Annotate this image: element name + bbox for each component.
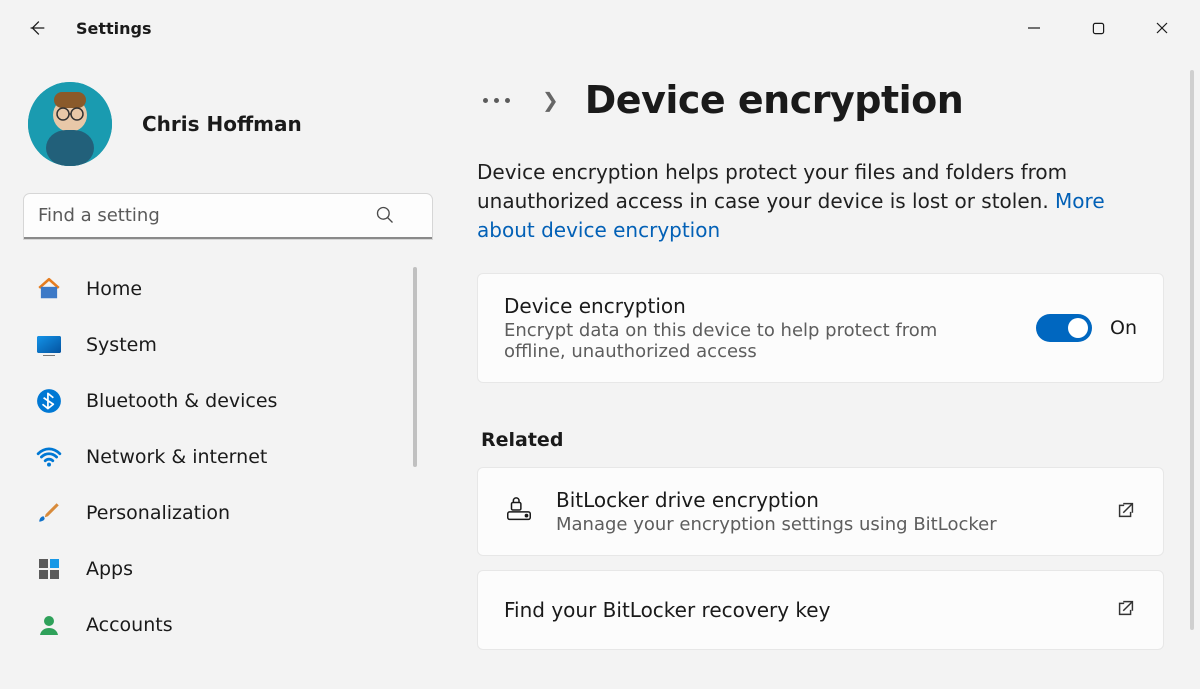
sidebar-item-system[interactable]: System bbox=[24, 319, 411, 371]
main-content: ❯ Device encryption Device encryption he… bbox=[435, 56, 1200, 689]
card-texts: Device encryption Encrypt data on this d… bbox=[504, 294, 964, 362]
sidebar-scrollbar[interactable] bbox=[413, 267, 417, 467]
toggle-wrap: On bbox=[1036, 314, 1137, 342]
sidebar-item-label: Network & internet bbox=[86, 446, 267, 468]
intro-body: Device encryption helps protect your fil… bbox=[477, 160, 1067, 213]
sidebar-item-home[interactable]: Home bbox=[24, 263, 411, 315]
maximize-button[interactable] bbox=[1066, 5, 1130, 51]
search-icon bbox=[375, 205, 395, 229]
window: Settings bbox=[0, 0, 1200, 689]
profile[interactable]: Chris Hoffman bbox=[28, 82, 411, 166]
apps-icon bbox=[36, 556, 62, 582]
wifi-icon bbox=[36, 444, 62, 470]
breadcrumb-more-button[interactable] bbox=[477, 92, 516, 109]
search-box bbox=[24, 194, 411, 239]
minimize-icon bbox=[1027, 21, 1041, 35]
system-icon bbox=[36, 332, 62, 358]
toggle-knob bbox=[1068, 318, 1088, 338]
card-subtitle: Manage your encryption settings using Bi… bbox=[556, 514, 997, 535]
body: Chris Hoffman Home System bbox=[0, 56, 1200, 689]
titlebar: Settings bbox=[0, 0, 1200, 56]
card-texts: BitLocker drive encryption Manage your e… bbox=[556, 488, 997, 535]
card-title: Device encryption bbox=[504, 294, 964, 318]
dot-icon bbox=[505, 98, 510, 103]
page-title: Device encryption bbox=[585, 78, 964, 122]
bluetooth-icon bbox=[36, 388, 62, 414]
device-encryption-card: Device encryption Encrypt data on this d… bbox=[477, 273, 1164, 383]
dot-icon bbox=[483, 98, 488, 103]
app-title: Settings bbox=[76, 19, 152, 38]
account-icon bbox=[36, 612, 62, 638]
back-button[interactable] bbox=[16, 7, 58, 49]
maximize-icon bbox=[1092, 22, 1105, 35]
sidebar-item-bluetooth[interactable]: Bluetooth & devices bbox=[24, 375, 411, 427]
brush-icon bbox=[36, 500, 62, 526]
card-subtitle: Encrypt data on this device to help prot… bbox=[504, 320, 964, 362]
related-section-label: Related bbox=[481, 429, 1164, 451]
sidebar-item-label: Accounts bbox=[86, 614, 173, 636]
breadcrumb: ❯ Device encryption bbox=[477, 78, 1164, 122]
sidebar-item-personalization[interactable]: Personalization bbox=[24, 487, 411, 539]
sidebar-item-label: Apps bbox=[86, 558, 133, 580]
open-external-icon bbox=[1115, 597, 1137, 623]
device-encryption-toggle[interactable] bbox=[1036, 314, 1092, 342]
open-external-icon bbox=[1115, 499, 1137, 525]
bitlocker-drive-encryption-card[interactable]: BitLocker drive encryption Manage your e… bbox=[477, 467, 1164, 556]
window-controls bbox=[1002, 5, 1194, 51]
bitlocker-recovery-key-card[interactable]: Find your BitLocker recovery key bbox=[477, 570, 1164, 650]
card-title: BitLocker drive encryption bbox=[556, 488, 997, 512]
home-icon bbox=[36, 276, 62, 302]
page-scrollbar[interactable] bbox=[1190, 70, 1194, 630]
toggle-state-label: On bbox=[1110, 317, 1137, 339]
arrow-left-icon bbox=[26, 17, 48, 39]
lock-drive-icon bbox=[504, 495, 534, 529]
sidebar: Chris Hoffman Home System bbox=[0, 56, 435, 689]
chevron-right-icon: ❯ bbox=[542, 88, 559, 112]
card-title: Find your BitLocker recovery key bbox=[504, 598, 830, 622]
sidebar-item-label: Bluetooth & devices bbox=[86, 390, 277, 412]
card-texts: Find your BitLocker recovery key bbox=[504, 598, 830, 622]
close-button[interactable] bbox=[1130, 5, 1194, 51]
dot-icon bbox=[494, 98, 499, 103]
search-input[interactable] bbox=[24, 194, 432, 239]
profile-name: Chris Hoffman bbox=[142, 112, 302, 136]
minimize-button[interactable] bbox=[1002, 5, 1066, 51]
sidebar-item-network[interactable]: Network & internet bbox=[24, 431, 411, 483]
avatar bbox=[28, 82, 112, 166]
sidebar-item-label: Personalization bbox=[86, 502, 230, 524]
sidebar-item-accounts[interactable]: Accounts bbox=[24, 599, 411, 651]
sidebar-item-apps[interactable]: Apps bbox=[24, 543, 411, 595]
close-icon bbox=[1155, 21, 1169, 35]
intro-text: Device encryption helps protect your fil… bbox=[477, 158, 1164, 245]
sidebar-item-label: System bbox=[86, 334, 157, 356]
sidebar-item-label: Home bbox=[86, 278, 142, 300]
nav: Home System Bluetooth & devices Network … bbox=[24, 263, 411, 651]
